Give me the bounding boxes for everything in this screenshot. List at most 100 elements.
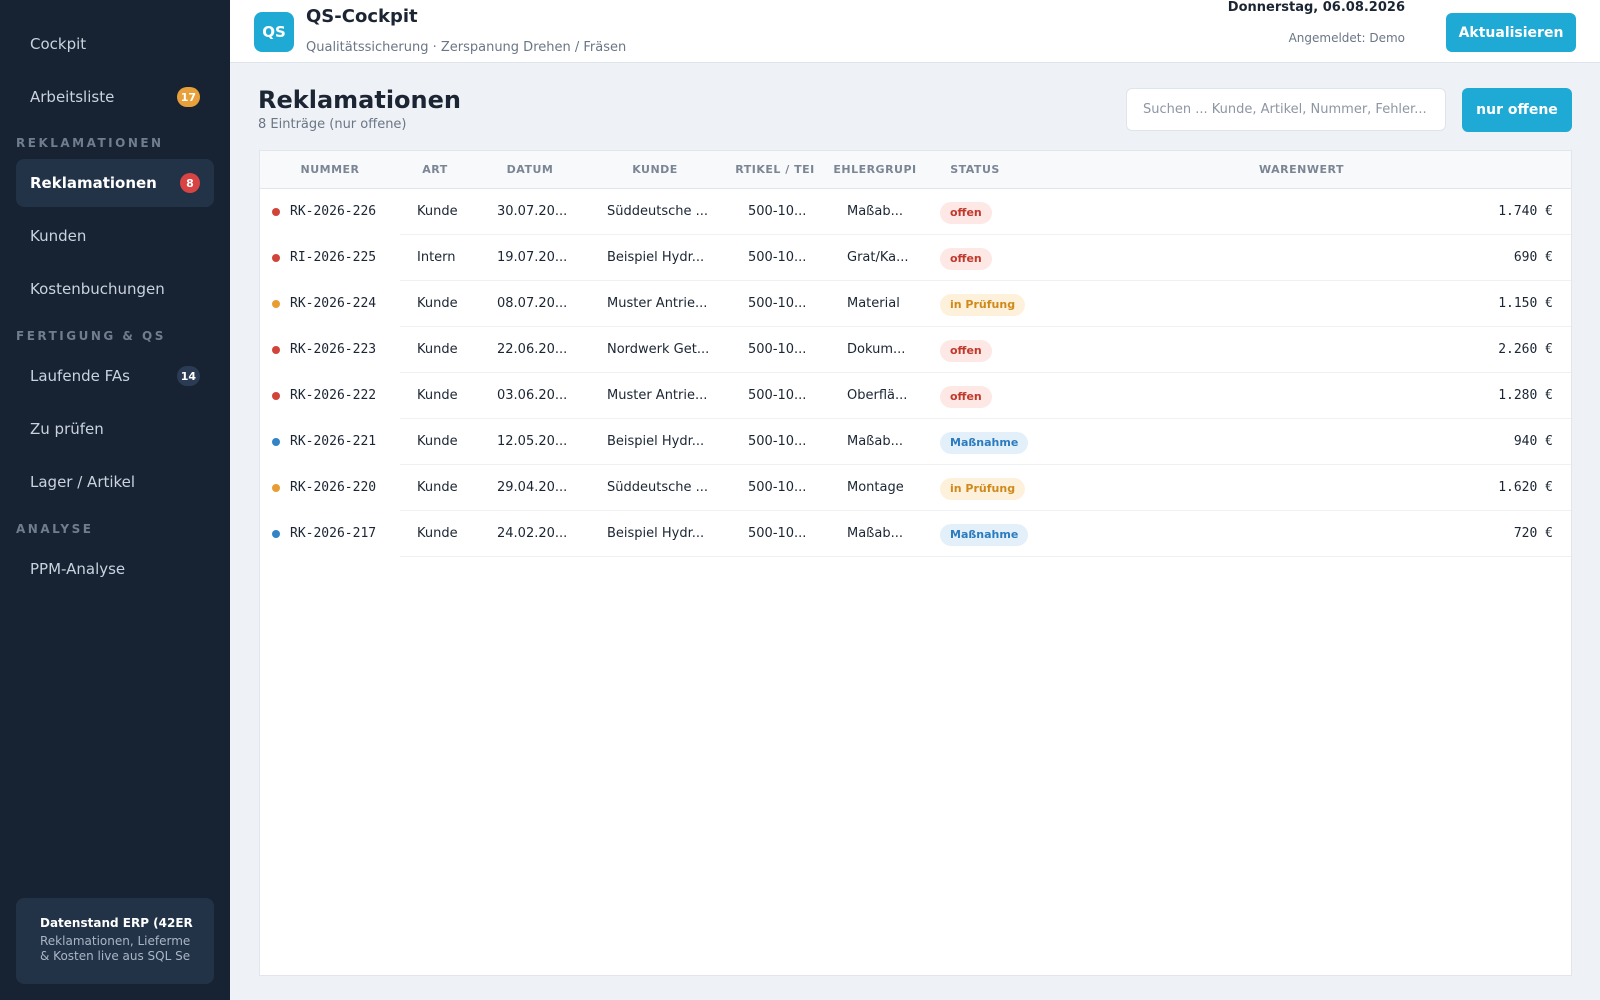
- sidebar-item-arbeitsliste[interactable]: Arbeitsliste 17: [16, 73, 214, 121]
- cell-art: Kunde: [417, 296, 458, 311]
- status-badge: in Prüfung: [940, 294, 1026, 316]
- cell-warenwert: 940 €: [1513, 434, 1553, 449]
- cell-datum: 30.07.20...: [497, 204, 568, 219]
- column-header-fehler[interactable]: EHLERGRUPI: [830, 151, 920, 189]
- cell-nummer: RK-2026-221: [290, 434, 377, 449]
- cell-nummer: RI-2026-225: [290, 250, 377, 265]
- cell-kunde: Beispiel Hydr...: [607, 526, 705, 541]
- column-header-wert[interactable]: WARENWERT: [1030, 151, 1573, 189]
- column-header-artikel[interactable]: RTIKEL / TEI: [720, 151, 830, 189]
- cell-nummer: RK-2026-222: [290, 388, 377, 403]
- sidebar-item-label: Cockpit: [30, 35, 87, 53]
- table-row[interactable]: RK-2026-224 Kunde 08.07.20... Muster Antrie…: [260, 281, 1571, 327]
- status-badge: Maßnahme: [940, 432, 1029, 454]
- data-status-text: Reklamationen, Lieferme & Kosten live au…: [40, 934, 206, 964]
- cell-fehler: Maßab...: [847, 526, 903, 541]
- cell-nummer: RK-2026-220: [290, 480, 377, 495]
- cell-kunde: Süddeutsche ...: [607, 204, 709, 219]
- cell-fehler: Oberflä...: [847, 388, 908, 403]
- sidebar-item-cockpit[interactable]: Cockpit: [16, 20, 214, 68]
- status-dot: [272, 208, 280, 216]
- column-header-kunde[interactable]: KUNDE: [590, 151, 720, 189]
- column-header-nummer[interactable]: NUMMER: [260, 151, 400, 189]
- cell-kunde: Beispiel Hydr...: [607, 250, 705, 265]
- table-row[interactable]: RK-2026-221 Kunde 12.05.20... Beispiel Hydr…: [260, 419, 1571, 465]
- table-row[interactable]: RK-2026-223 Kunde 22.06.20... Nordwerk Get.…: [260, 327, 1571, 373]
- app-subtitle: Qualitätssicherung · Zerspanung Drehen /…: [306, 40, 627, 55]
- data-status-card: Datenstand ERP (42ER Reklamationen, Lief…: [16, 898, 214, 984]
- sidebar-section-title: REKLAMATIONEN: [16, 136, 164, 150]
- page-title: Reklamationen: [258, 86, 461, 114]
- table-row[interactable]: RK-2026-226 Kunde 30.07.20... Süddeutsche .…: [260, 189, 1571, 235]
- cell-artikel: 500-10...: [748, 250, 807, 265]
- cell-kunde: Beispiel Hydr...: [607, 434, 705, 449]
- table-row[interactable]: RI-2026-225 Intern 19.07.20... Beispiel Hyd…: [260, 235, 1571, 281]
- cell-artikel: 500-10...: [748, 296, 807, 311]
- cell-fehler: Maßab...: [847, 434, 903, 449]
- column-header-status[interactable]: STATUS: [920, 151, 1030, 189]
- sidebar-item-label: Kostenbuchungen: [30, 280, 165, 298]
- cell-datum: 24.02.20...: [497, 526, 568, 541]
- only-open-filter-button[interactable]: nur offene: [1462, 88, 1572, 132]
- sidebar-item-label: Lager / Artikel: [30, 473, 136, 491]
- column-header-art[interactable]: ART: [400, 151, 470, 189]
- table-row[interactable]: RK-2026-217 Kunde 24.02.20... Beispiel Hydr…: [260, 511, 1571, 557]
- data-status-line-2: & Kosten live aus SQL Se: [40, 949, 191, 963]
- status-badge: offen: [940, 340, 992, 362]
- cell-nummer: RK-2026-217: [290, 526, 377, 541]
- cell-artikel: 500-10...: [748, 526, 807, 541]
- cell-fehler: Montage: [847, 480, 904, 495]
- cell-datum: 22.06.20...: [497, 342, 568, 357]
- cell-fehler: Maßab...: [847, 204, 903, 219]
- sidebar-item-zu-prüfen[interactable]: Zu prüfen: [16, 405, 214, 453]
- refresh-button[interactable]: Aktualisieren: [1446, 13, 1576, 52]
- cell-kunde: Nordwerk Get...: [607, 342, 710, 357]
- data-status-line-1: Reklamationen, Lieferme: [40, 934, 191, 948]
- cell-artikel: 500-10...: [748, 204, 807, 219]
- sidebar-item-label: Kunden: [30, 227, 87, 245]
- sidebar-item-label: Zu prüfen: [30, 420, 104, 438]
- cell-warenwert: 1.150 €: [1498, 296, 1553, 311]
- current-date: Donnerstag, 06.08.2026: [1227, 0, 1405, 15]
- cell-datum: 19.07.20...: [497, 250, 568, 265]
- sidebar-section-title: ANALYSE: [16, 522, 94, 536]
- cell-kunde: Muster Antrie...: [607, 296, 708, 311]
- cell-art: Kunde: [417, 526, 458, 541]
- table-row[interactable]: RK-2026-222 Kunde 03.06.20... Muster Antrie…: [260, 373, 1571, 419]
- sidebar-item-kunden[interactable]: Kunden: [16, 212, 214, 260]
- cell-kunde: Süddeutsche ...: [607, 480, 709, 495]
- status-badge: offen: [940, 386, 992, 408]
- sidebar-item-lager-artikel[interactable]: Lager / Artikel: [16, 458, 214, 506]
- cell-fehler: Dokum...: [847, 342, 906, 357]
- cell-artikel: 500-10...: [748, 388, 807, 403]
- cell-fehler: Material: [847, 296, 900, 311]
- sidebar-section-title: FERTIGUNG & QS: [16, 329, 166, 343]
- status-badge: offen: [940, 248, 992, 270]
- entry-count: 8 Einträge (nur offene): [258, 117, 407, 132]
- status-badge: offen: [940, 202, 992, 224]
- data-status-title: Datenstand ERP (42ER: [40, 916, 193, 930]
- status-dot: [272, 392, 280, 400]
- logged-in-user: Angemeldet: Demo: [1288, 31, 1405, 45]
- app-logo: QS: [254, 12, 294, 52]
- column-header-datum[interactable]: DATUM: [470, 151, 590, 189]
- table-row[interactable]: RK-2026-220 Kunde 29.04.20... Süddeutsche .…: [260, 465, 1571, 511]
- table-header: NUMMER ART DATUM KUNDE RTIKEL / TEI EHLERGRUP…: [260, 151, 1571, 189]
- cell-warenwert: 690 €: [1513, 250, 1553, 265]
- sidebar-item-reklamationen[interactable]: Reklamationen 8: [16, 159, 214, 207]
- cell-artikel: 500-10...: [748, 342, 807, 357]
- cell-datum: 08.07.20...: [497, 296, 568, 311]
- sidebar-item-laufende-fas[interactable]: Laufende FAs 14: [16, 352, 214, 400]
- cell-art: Kunde: [417, 480, 458, 495]
- sidebar: Datenstand ERP (42ER Reklamationen, Lief…: [0, 0, 230, 1000]
- sidebar-item-badge: 14: [176, 366, 200, 386]
- cell-datum: 12.05.20...: [497, 434, 568, 449]
- sidebar-item-kostenbuchungen[interactable]: Kostenbuchungen: [16, 265, 214, 313]
- sidebar-item-ppm-analyse[interactable]: PPM-Analyse: [16, 545, 214, 593]
- status-badge: Maßnahme: [940, 524, 1029, 546]
- cell-kunde: Muster Antrie...: [607, 388, 708, 403]
- cell-datum: 29.04.20...: [497, 480, 568, 495]
- search-input[interactable]: [1126, 88, 1446, 131]
- status-badge: in Prüfung: [940, 478, 1026, 500]
- cell-artikel: 500-10...: [748, 480, 807, 495]
